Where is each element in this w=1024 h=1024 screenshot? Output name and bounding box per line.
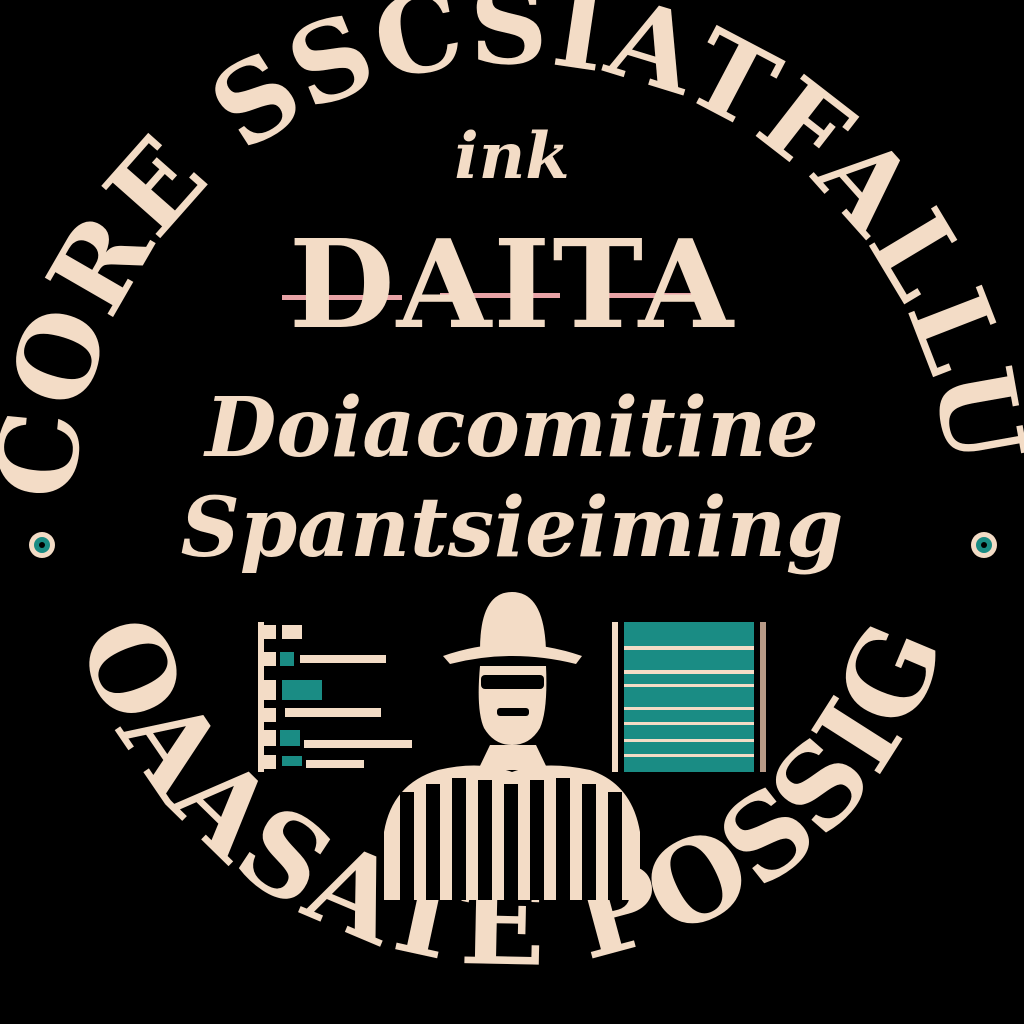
word-line-1: Doiacomitine [205, 380, 819, 476]
person-with-hat-icon [384, 592, 640, 900]
word-ink: ink [454, 119, 570, 194]
word-line-2: Spantsieiming [180, 480, 844, 576]
data-table-icon [258, 622, 412, 772]
stacked-bars-icon [612, 622, 766, 772]
emblem-canvas: ESCORE SSCSIATFALLUNG OOAASATE POSSIGN [0, 0, 1024, 1024]
word-data-title: DAITA [288, 212, 736, 356]
